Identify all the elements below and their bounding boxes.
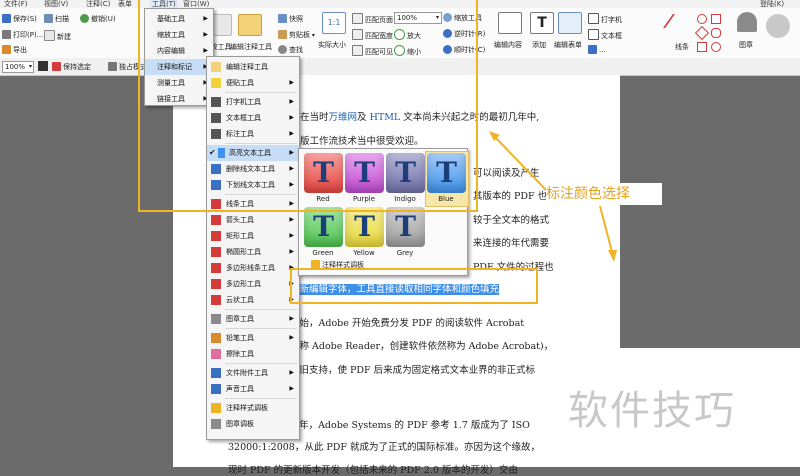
callout-label: 标注颜色选择 bbox=[546, 183, 662, 205]
arrow-to-highlight bbox=[599, 205, 613, 253]
arrowhead-highlight bbox=[608, 250, 617, 262]
watermark: 软件技巧 bbox=[568, 388, 736, 434]
arrow-to-menu bbox=[493, 135, 549, 193]
